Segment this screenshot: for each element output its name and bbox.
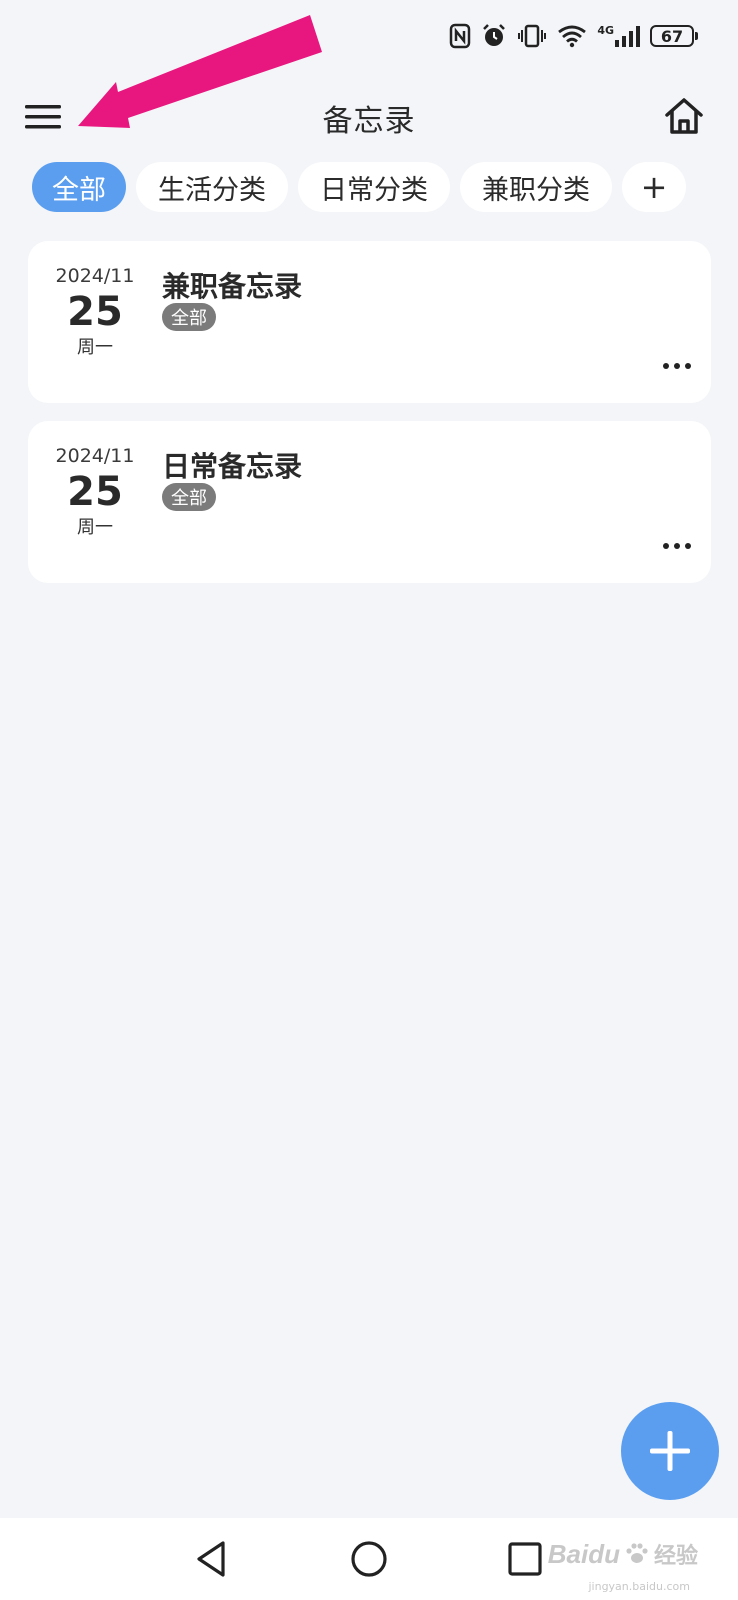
system-nav-bar [0, 1518, 738, 1600]
vibrate-icon [517, 23, 547, 49]
more-dot-icon [674, 543, 680, 549]
more-options-button[interactable] [657, 531, 697, 561]
nfc-icon [449, 23, 471, 49]
more-dot-icon [674, 363, 680, 369]
page-title: 备忘录 [322, 104, 416, 139]
memo-day: 25 [67, 289, 123, 335]
recents-square-icon [508, 1542, 542, 1576]
tab-life[interactable]: 生活分类 [136, 162, 288, 212]
more-dot-icon [685, 543, 691, 549]
memo-title: 兼职备忘录 [162, 270, 303, 303]
memo-card[interactable]: 2024/11 25 周一 兼职备忘录 全部 [28, 241, 711, 403]
more-dot-icon [663, 363, 669, 369]
more-options-button[interactable] [657, 351, 697, 381]
home-icon [665, 98, 703, 134]
add-memo-button[interactable] [621, 1402, 719, 1500]
signal-icon: 4G [597, 24, 640, 48]
more-dot-icon [685, 363, 691, 369]
status-bar: 4G 67 [0, 0, 738, 72]
tab-all[interactable]: 全部 [32, 162, 126, 212]
battery-indicator: 67 [650, 25, 698, 47]
status-icons: 4G 67 [449, 18, 698, 54]
back-button[interactable] [188, 1536, 234, 1582]
memo-category-badge: 全部 [162, 483, 216, 511]
recents-button[interactable] [502, 1536, 548, 1582]
memo-weekday: 周一 [77, 517, 113, 538]
category-tabs: 全部 生活分类 日常分类 兼职分类 + [32, 162, 686, 212]
back-triangle-icon [197, 1541, 225, 1577]
memo-year-month: 2024/11 [55, 445, 135, 467]
plus-icon [650, 1431, 690, 1471]
alarm-icon [481, 23, 507, 49]
network-type-label: 4G [597, 23, 614, 37]
memo-card[interactable]: 2024/11 25 周一 日常备忘录 全部 [28, 421, 711, 583]
memo-year-month: 2024/11 [55, 265, 135, 287]
more-dot-icon [663, 543, 669, 549]
home-nav-button[interactable] [346, 1536, 392, 1582]
memo-weekday: 周一 [77, 337, 113, 358]
memo-title: 日常备忘录 [162, 450, 303, 483]
wifi-icon [557, 24, 587, 48]
memo-date: 2024/11 25 周一 [48, 265, 142, 359]
tab-parttime[interactable]: 兼职分类 [460, 162, 612, 212]
memo-category-badge: 全部 [162, 303, 216, 331]
app-header: 备忘录 [0, 80, 738, 152]
home-circle-icon [351, 1541, 387, 1577]
memo-day: 25 [67, 469, 123, 515]
home-button[interactable] [660, 92, 708, 140]
add-category-button[interactable]: + [622, 162, 686, 212]
memo-date: 2024/11 25 周一 [48, 445, 142, 539]
tab-daily[interactable]: 日常分类 [298, 162, 450, 212]
